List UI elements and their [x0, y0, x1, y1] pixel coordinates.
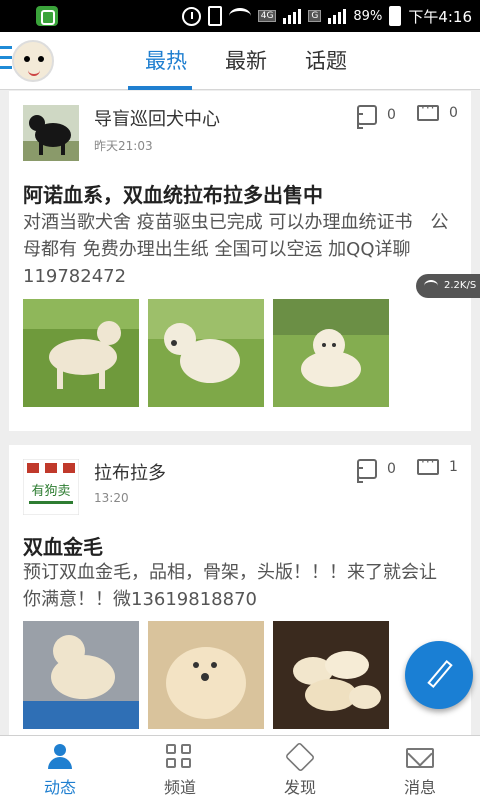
- comment-button[interactable]: 0: [417, 101, 458, 121]
- top-nav: 最热 最新 话题: [0, 32, 480, 90]
- post-photo[interactable]: [23, 621, 139, 729]
- status-icons: 4G G 89% 下午4:16: [181, 0, 472, 32]
- post-title[interactable]: 双血金毛: [23, 531, 103, 560]
- wifi-icon: [424, 280, 438, 292]
- network-speed-text: 2.2K/S: [444, 280, 477, 291]
- phone-icon: [207, 6, 222, 26]
- battery-icon: [389, 6, 402, 26]
- like-button[interactable]: 0: [357, 459, 396, 483]
- bottom-tab-bar: 动态 频道 发现 消息: [0, 735, 480, 800]
- post-body[interactable]: 对酒当歌犬舍 疫苗驱虫已完成 可以办理血统证书 公母都有 免费办理出生纸 全国可…: [23, 209, 453, 290]
- post-photo[interactable]: [23, 299, 139, 407]
- comment-icon: [417, 455, 439, 475]
- user-icon: [46, 744, 74, 770]
- like-button[interactable]: 0: [357, 105, 396, 129]
- compass-icon: [284, 741, 316, 773]
- battery-percent: 89%: [353, 8, 383, 24]
- thumbs-up-icon: [357, 105, 377, 129]
- status-bar: 4G G 89% 下午4:16: [0, 0, 480, 32]
- bottom-tab-feed[interactable]: 动态: [0, 736, 120, 800]
- feed-list[interactable]: 导盲巡回犬中心 昨天21:03 0 0 阿诺血系，双血统拉布拉多出售中 对酒当歌…: [0, 91, 480, 735]
- bottom-tab-discover[interactable]: 发现: [240, 736, 360, 800]
- feed-tabs: 最热 最新 话题: [126, 32, 366, 90]
- post-time: 13:20: [94, 491, 129, 505]
- tab-topics[interactable]: 话题: [286, 32, 366, 90]
- pencil-icon: [427, 659, 453, 689]
- user-avatar[interactable]: [12, 40, 54, 82]
- alarm-icon: [181, 6, 201, 26]
- post-title[interactable]: 阿诺血系，双血统拉布拉多出售中: [23, 179, 323, 208]
- app-notification-icon: [36, 6, 58, 26]
- bottom-tab-label: 频道: [163, 778, 196, 797]
- signal-icon: [283, 8, 302, 24]
- post-card[interactable]: 导盲巡回犬中心 昨天21:03 0 0 阿诺血系，双血统拉布拉多出售中 对酒当歌…: [9, 91, 471, 431]
- comment-count: 1: [449, 459, 458, 475]
- signal-icon-2: [328, 8, 347, 24]
- bottom-tab-messages[interactable]: 消息: [360, 736, 480, 800]
- bottom-tab-label: 发现: [283, 778, 316, 797]
- post-photo[interactable]: [273, 621, 389, 729]
- post-photo[interactable]: [148, 299, 264, 407]
- bottom-tab-channels[interactable]: 频道: [120, 736, 240, 800]
- bottom-tab-label: 消息: [403, 778, 436, 797]
- author-avatar[interactable]: [23, 105, 79, 161]
- post-card[interactable]: 有狗卖 拉布拉多 13:20 0 1 双血金毛 预订双血金毛，品相，骨架，头版！…: [9, 445, 471, 735]
- like-count: 0: [387, 107, 396, 123]
- author-name[interactable]: 导盲巡回犬中心: [94, 105, 220, 131]
- author-name[interactable]: 拉布拉多: [94, 459, 166, 485]
- post-body[interactable]: 预订双血金毛，品相，骨架，头版！！！来了就会让你满意！！微13619818870: [23, 559, 453, 613]
- bottom-tab-label: 动态: [43, 778, 76, 797]
- network-speed-indicator: 2.2K/S: [416, 274, 480, 298]
- like-count: 0: [387, 461, 396, 477]
- tab-latest[interactable]: 最新: [206, 32, 286, 90]
- comment-icon: [417, 101, 439, 121]
- avatar-logo-text: 有狗卖: [31, 484, 70, 499]
- comment-button[interactable]: 1: [417, 455, 458, 475]
- post-photos: [23, 299, 389, 407]
- post-photos: [23, 621, 389, 729]
- comment-count: 0: [449, 105, 458, 121]
- compose-button[interactable]: [405, 641, 473, 709]
- post-photo[interactable]: [148, 621, 264, 729]
- network-type: 4G: [257, 10, 277, 22]
- wifi-icon: [228, 8, 251, 24]
- tab-hot[interactable]: 最热: [126, 32, 206, 90]
- author-avatar[interactable]: 有狗卖: [23, 459, 79, 515]
- grid-icon: [166, 744, 194, 770]
- mail-icon: [406, 748, 434, 768]
- clock: 下午4:16: [408, 7, 472, 26]
- thumbs-up-icon: [357, 459, 377, 483]
- post-time: 昨天21:03: [94, 139, 153, 153]
- post-photo[interactable]: [273, 299, 389, 407]
- network-secondary: G: [308, 10, 322, 22]
